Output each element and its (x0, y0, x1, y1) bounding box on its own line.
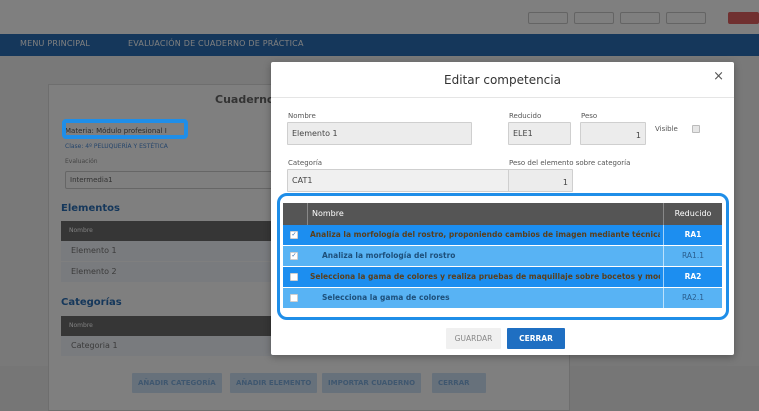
visible-label: Visible (655, 125, 678, 133)
peso-categoria-input[interactable]: 1 (508, 169, 573, 192)
peso-categoria-label: Peso del elemento sobre categoría (509, 159, 631, 167)
modal-title: Editar competencia (444, 73, 561, 87)
highlight-materia (62, 119, 188, 139)
categoria-select[interactable]: CAT1 (287, 169, 526, 192)
close-icon[interactable]: × (713, 69, 724, 84)
nombre-input[interactable]: Elemento 1 (287, 122, 472, 145)
cerrar-button[interactable]: CERRAR (507, 328, 565, 349)
peso-input[interactable]: 1 (580, 122, 646, 145)
peso-label: Peso (581, 112, 598, 120)
modal-header: Editar competencia × (271, 62, 734, 98)
reducido-input[interactable]: ELE1 (508, 122, 571, 145)
highlight-table (277, 193, 729, 320)
reducido-label: Reducido (509, 112, 542, 120)
nombre-label: Nombre (288, 112, 316, 120)
guardar-button[interactable]: GUARDAR (446, 328, 501, 349)
categoria-label: Categoría (288, 159, 323, 167)
visible-checkbox[interactable] (692, 125, 700, 133)
